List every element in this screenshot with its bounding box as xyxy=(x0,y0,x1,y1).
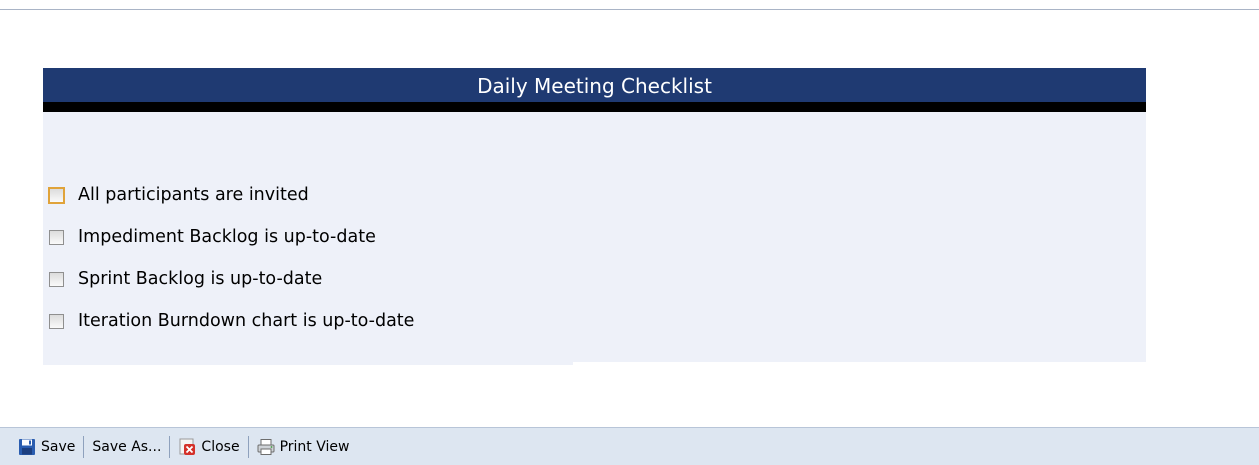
save-label: Save xyxy=(41,438,76,455)
bottom-toolbar: Save Save As... Close Print View xyxy=(0,427,1259,465)
panel-body: All participants are invited Impediment … xyxy=(43,112,1146,365)
checkbox[interactable] xyxy=(49,313,64,329)
panel-title: Daily Meeting Checklist xyxy=(43,68,1146,112)
checklist-item-label: Iteration Burndown chart is up-to-date xyxy=(78,311,415,331)
checkbox[interactable] xyxy=(49,271,64,287)
save-as-button[interactable]: Save As... xyxy=(88,435,165,459)
panel-body-extension xyxy=(43,362,573,365)
save-as-label: Save As... xyxy=(92,438,162,455)
printer-icon xyxy=(257,438,275,456)
print-view-button[interactable]: Print View xyxy=(253,435,354,459)
checklist-item-label: Sprint Backlog is up-to-date xyxy=(78,269,323,289)
checklist-item-label: Impediment Backlog is up-to-date xyxy=(78,227,376,247)
checklist-item-sprint-backlog[interactable]: Sprint Backlog is up-to-date xyxy=(49,258,414,300)
checkbox[interactable] xyxy=(48,186,65,204)
checklist-panel: Daily Meeting Checklist All participants… xyxy=(43,68,1146,365)
checkbox[interactable] xyxy=(49,229,64,245)
toolbar-separator xyxy=(247,435,249,458)
print-view-label: Print View xyxy=(279,438,350,455)
checklist: All participants are invited Impediment … xyxy=(48,174,414,342)
save-button[interactable]: Save xyxy=(14,435,79,459)
save-icon xyxy=(18,438,36,456)
close-icon xyxy=(178,438,196,456)
checklist-item-participants-invited[interactable]: All participants are invited xyxy=(48,174,414,216)
top-divider xyxy=(0,9,1259,10)
toolbar-separator xyxy=(169,435,171,458)
checklist-item-label: All participants are invited xyxy=(78,185,309,205)
toolbar-separator xyxy=(83,435,85,458)
close-button[interactable]: Close xyxy=(174,435,243,459)
checklist-item-impediment-backlog[interactable]: Impediment Backlog is up-to-date xyxy=(49,216,414,258)
checklist-item-burndown-chart[interactable]: Iteration Burndown chart is up-to-date xyxy=(49,300,414,342)
close-label: Close xyxy=(201,438,240,455)
